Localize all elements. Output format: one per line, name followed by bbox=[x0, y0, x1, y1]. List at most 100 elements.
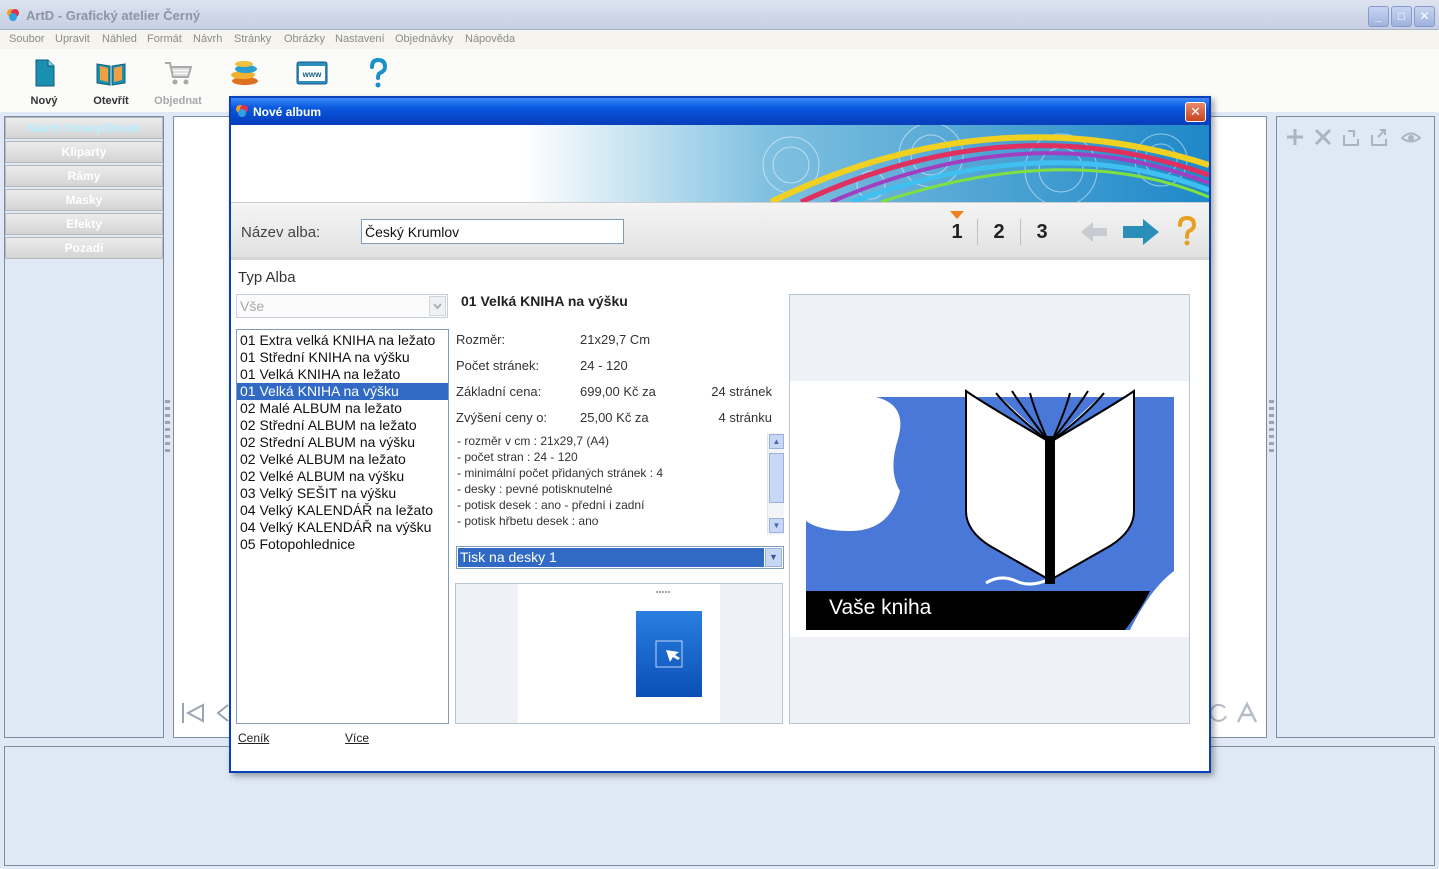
panel-tab-masks[interactable]: Masky bbox=[5, 189, 163, 211]
menu-nastaveni[interactable]: Nastavení bbox=[335, 33, 385, 45]
delete-icon[interactable] bbox=[1313, 127, 1333, 147]
menu-bar: Soubor Upravit Náhled Formát Návrh Strán… bbox=[0, 30, 1439, 49]
price-increase-value: 25,00 Kč za bbox=[580, 410, 649, 425]
back-arrow-icon[interactable] bbox=[1079, 219, 1109, 245]
album-type-item[interactable]: 02 Velké ALBUM na ležato bbox=[237, 451, 448, 468]
help-question-icon[interactable] bbox=[1176, 215, 1198, 247]
help-toolbar-button[interactable] bbox=[346, 53, 410, 89]
pricelist-link[interactable]: Ceník bbox=[238, 731, 269, 745]
album-type-item[interactable]: 02 Malé ALBUM na ležato bbox=[237, 400, 448, 417]
scroll-up-icon[interactable]: ▲ bbox=[769, 434, 784, 449]
scroll-thumb[interactable] bbox=[769, 453, 784, 503]
menu-upravit[interactable]: Upravit bbox=[55, 33, 90, 45]
size-label: Rozměr: bbox=[456, 332, 506, 347]
next-arrow-icon[interactable] bbox=[1121, 217, 1161, 247]
panel-tab-design[interactable]: Návrh Strany/Desek bbox=[5, 117, 163, 139]
step-2[interactable]: 2 bbox=[989, 221, 1009, 244]
menu-navrh[interactable]: Návrh bbox=[193, 33, 222, 45]
open-label: Otevřít bbox=[93, 95, 129, 107]
album-type-filter-value: Vše bbox=[240, 298, 265, 314]
right-panel bbox=[1276, 116, 1435, 738]
panel-tab-cliparts[interactable]: Kliparty bbox=[5, 141, 163, 163]
maximize-button[interactable]: □ bbox=[1391, 6, 1412, 27]
cover-thumbnail-frame bbox=[455, 583, 783, 724]
album-type-item[interactable]: 01 Velká KNIHA na výšku bbox=[237, 383, 448, 400]
print-option-select[interactable]: Tisk na desky 1 ▼ bbox=[456, 546, 784, 569]
www-browser-icon: www bbox=[296, 61, 328, 85]
album-name-input[interactable] bbox=[361, 219, 624, 244]
step-1[interactable]: 1 bbox=[947, 221, 967, 244]
description-lines: - rozměr v cm : 21x29,7 (A4) - počet stra… bbox=[454, 433, 784, 529]
album-type-list[interactable]: 01 Extra velká KNIHA na ležato 01 Střední… bbox=[236, 329, 449, 724]
text-tool-icon[interactable] bbox=[1234, 700, 1260, 726]
open-button[interactable]: Otevřít bbox=[79, 53, 143, 107]
size-value: 21x29,7 Cm bbox=[580, 332, 651, 347]
minimize-button[interactable]: _ bbox=[1368, 6, 1389, 27]
window-title: ArtD - Grafický atelier Černý bbox=[26, 8, 201, 23]
menu-nahled[interactable]: Náhled bbox=[102, 33, 137, 45]
album-preview: Vaše kniha bbox=[789, 294, 1190, 724]
step-3[interactable]: 3 bbox=[1032, 221, 1052, 244]
window-titlebar: ArtD - Grafický atelier Černý _ □ ✕ bbox=[0, 0, 1439, 30]
panel-tab-effects[interactable]: Efekty bbox=[5, 213, 163, 235]
base-price-pages: 24 stránek bbox=[711, 384, 772, 399]
order-button: Objednat bbox=[146, 53, 210, 107]
album-name-label: Název alba: bbox=[241, 224, 321, 241]
album-type-item[interactable]: 01 Extra velká KNIHA na ležato bbox=[237, 332, 448, 349]
step-separator bbox=[977, 219, 978, 245]
album-type-item[interactable]: 02 Velké ALBUM na výšku bbox=[237, 468, 448, 485]
album-type-item[interactable]: 03 Velký SEŠIT na výšku bbox=[237, 485, 448, 502]
menu-objednavky[interactable]: Objednávky bbox=[395, 33, 453, 45]
album-type-item[interactable]: 01 Velká KNIHA na ležato bbox=[237, 366, 448, 383]
album-description: - rozměr v cm : 21x29,7 (A4) - počet stra… bbox=[454, 433, 784, 535]
scroll-down-icon[interactable]: ▼ bbox=[769, 518, 784, 533]
more-link[interactable]: Více bbox=[345, 731, 369, 745]
preview-caption: Vaše kniha bbox=[829, 596, 932, 619]
base-price-value: 699,00 Kč za bbox=[580, 384, 656, 399]
description-line: - minimální počet přidaných stránek : 4 bbox=[457, 466, 664, 480]
album-type-item[interactable]: 02 Střední ALBUM na výšku bbox=[237, 434, 448, 451]
open-book-icon bbox=[96, 63, 126, 86]
album-type-item[interactable]: 01 Střední KNIHA na výšku bbox=[237, 349, 448, 366]
step-separator bbox=[1020, 219, 1021, 245]
left-splitter-grip[interactable] bbox=[165, 400, 170, 452]
album-type-filter-select[interactable]: Vše bbox=[236, 294, 448, 318]
price-increase-pages: 4 stránku bbox=[718, 410, 772, 425]
menu-napoveda[interactable]: Nápověda bbox=[465, 33, 515, 45]
menu-obrazky[interactable]: Obrázky bbox=[284, 33, 325, 45]
new-button[interactable]: Nový bbox=[12, 53, 76, 107]
left-panel: Návrh Strany/Desek Kliparty Rámy Masky E… bbox=[4, 116, 164, 738]
decorative-banner bbox=[231, 125, 1209, 202]
dialog-close-button[interactable]: ✕ bbox=[1185, 102, 1206, 122]
album-type-item[interactable]: 04 Velký KALENDÁŘ na výšku bbox=[237, 519, 448, 536]
description-scrollbar[interactable]: ▲ ▼ bbox=[767, 433, 784, 535]
album-name-bar: Název alba: 1 2 3 bbox=[231, 202, 1209, 260]
panel-tab-background[interactable]: Pozadí bbox=[5, 237, 163, 259]
menu-format[interactable]: Formát bbox=[147, 33, 182, 45]
import-icon[interactable] bbox=[1341, 127, 1361, 147]
album-type-item[interactable]: 04 Velký KALENDÁŘ na ležato bbox=[237, 502, 448, 519]
album-type-item[interactable]: 05 Fotopohlednice bbox=[237, 536, 448, 553]
www-text: www bbox=[302, 70, 322, 79]
dialog-body: Název alba: 1 2 3 Typ Alba Vše bbox=[231, 125, 1209, 771]
right-splitter-grip[interactable] bbox=[1269, 400, 1274, 452]
question-mark-icon bbox=[370, 57, 388, 88]
add-icon[interactable] bbox=[1285, 127, 1305, 147]
chevron-down-icon bbox=[429, 296, 446, 316]
dialog-titlebar: Nové album ✕ bbox=[231, 98, 1209, 125]
menu-soubor[interactable]: Soubor bbox=[9, 33, 44, 45]
chevron-down-icon: ▼ bbox=[765, 548, 782, 567]
preview-eye-icon[interactable] bbox=[1401, 127, 1421, 147]
app-logo-icon bbox=[7, 9, 19, 21]
menu-stranky[interactable]: Stránky bbox=[234, 33, 271, 45]
albums-button[interactable] bbox=[213, 53, 277, 89]
www-button[interactable]: www bbox=[280, 53, 344, 89]
export-icon[interactable] bbox=[1369, 127, 1389, 147]
close-window-button[interactable]: ✕ bbox=[1414, 6, 1435, 27]
first-page-icon[interactable] bbox=[180, 700, 206, 726]
order-label: Objednat bbox=[154, 95, 202, 107]
panel-tab-frames[interactable]: Rámy bbox=[5, 165, 163, 187]
shopping-cart-icon bbox=[165, 62, 193, 85]
cover-thumbnail bbox=[518, 584, 720, 723]
album-type-item[interactable]: 02 Střední ALBUM na ležato bbox=[237, 417, 448, 434]
